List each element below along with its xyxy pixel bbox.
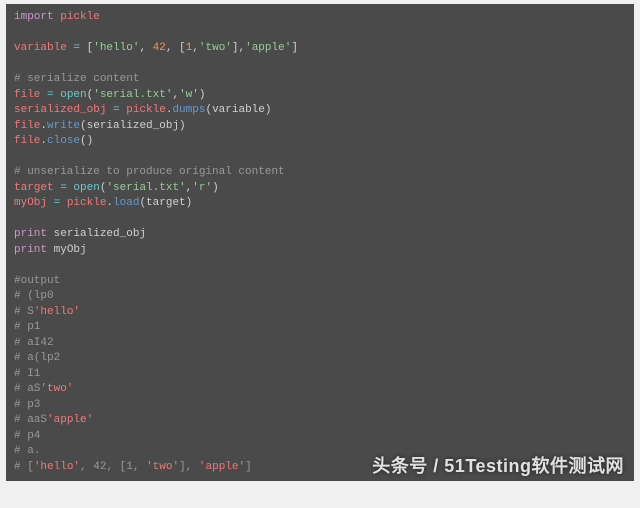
watermark: 头条号 / 51Testing软件测试网 — [372, 452, 624, 478]
output-line: # aS'two' — [14, 382, 626, 398]
code-line: file.write(serialized_obj) — [14, 119, 626, 135]
output-line: # aaS'apple' — [14, 413, 626, 429]
code-line: print serialized_obj — [14, 227, 626, 243]
code-block: import pickle variable = ['hello', 42, [… — [6, 4, 634, 481]
blank-line — [14, 26, 626, 42]
keyword: import — [14, 11, 54, 23]
comment-line: #output — [14, 274, 626, 290]
code-line: variable = ['hello', 42, [1,'two'],'appl… — [14, 41, 626, 57]
blank-line — [14, 212, 626, 228]
output-line: # (lp0 — [14, 289, 626, 305]
blank-line — [14, 258, 626, 274]
code-line: file.close() — [14, 134, 626, 150]
code-line: import pickle — [14, 10, 626, 26]
comment-line: # unserialize to produce original conten… — [14, 165, 626, 181]
blank-line — [14, 150, 626, 166]
code-line: file = open('serial.txt','w') — [14, 88, 626, 104]
output-line: # S'hello' — [14, 305, 626, 321]
comment-line: # serialize content — [14, 72, 626, 88]
output-line: # p3 — [14, 398, 626, 414]
code-line: myObj = pickle.load(target) — [14, 196, 626, 212]
code-line: target = open('serial.txt','r') — [14, 181, 626, 197]
output-line: # a(lp2 — [14, 351, 626, 367]
code-line: serialized_obj = pickle.dumps(variable) — [14, 103, 626, 119]
output-line: # I1 — [14, 367, 626, 383]
output-line: # aI42 — [14, 336, 626, 352]
output-line: # p4 — [14, 429, 626, 445]
output-line: # p1 — [14, 320, 626, 336]
identifier: variable — [14, 42, 67, 54]
code-line: print myObj — [14, 243, 626, 259]
module: pickle — [60, 11, 100, 23]
blank-line — [14, 57, 626, 73]
